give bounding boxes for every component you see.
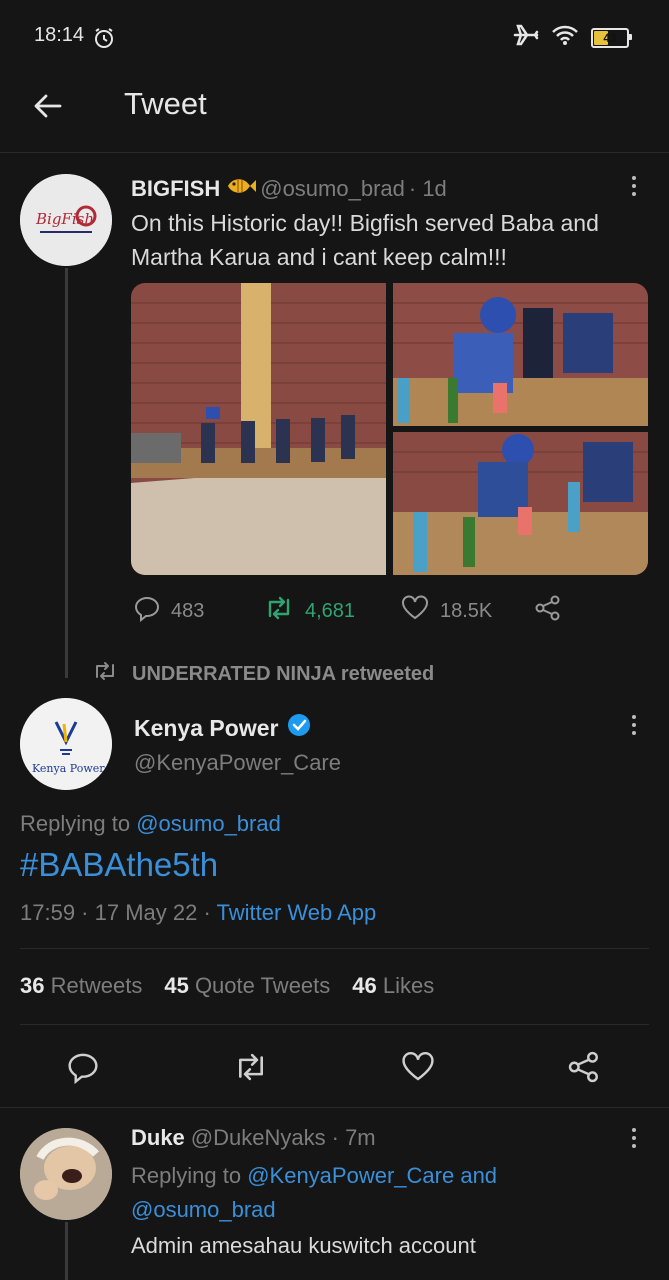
avatar[interactable]: Kenya Power <box>20 698 112 790</box>
battery-icon: 43 <box>591 27 632 48</box>
back-arrow-icon[interactable] <box>32 90 64 127</box>
user-handle[interactable]: @DukeNyaks <box>191 1125 326 1151</box>
tweet1-header: BIGFISH @osumo_brad · 1d <box>131 174 447 204</box>
retweets-stat[interactable]: 36 Retweets <box>20 973 142 999</box>
reply-icon <box>68 1053 98 1085</box>
timestamp-text: 17:59 · 17 May 22 · <box>20 900 211 925</box>
kenya-power-logo-text: Kenya Power <box>32 762 105 775</box>
avatar[interactable] <box>20 1128 112 1220</box>
tweet-time: · 7m <box>331 1125 376 1150</box>
replying-handle-link[interactable]: @osumo_brad <box>136 811 281 836</box>
replying-handle-link[interactable]: @osumo_brad <box>131 1197 276 1222</box>
tweet-time: · 1d <box>408 176 447 201</box>
user-handle[interactable]: @osumo_brad <box>260 176 405 202</box>
replying-prefix: Replying to <box>20 811 131 836</box>
replying-handle-link[interactable]: @KenyaPower_Care <box>247 1163 454 1188</box>
like-action[interactable]: 18.5K <box>400 594 492 628</box>
more-options-icon[interactable] <box>632 715 636 735</box>
airplane-icon <box>513 24 539 51</box>
replying-and: and <box>460 1163 498 1188</box>
quote-tweets-stat[interactable]: 45 Quote Tweets <box>164 973 330 999</box>
status-icons: 43 <box>513 24 632 51</box>
share-icon[interactable] <box>534 594 562 627</box>
tweet-timestamp: 17:59 · 17 May 22 · Twitter Web App <box>20 900 376 926</box>
tweet-text: On this Historic day!! Bigfish served Ba… <box>131 210 599 270</box>
tweet-image-2[interactable] <box>393 283 648 426</box>
thread-line <box>65 268 68 678</box>
heart-icon <box>402 1051 434 1081</box>
heart-icon <box>400 594 430 628</box>
likes-stat[interactable]: 46 Likes <box>352 973 434 999</box>
status-time: 18:14 <box>34 24 85 46</box>
user-name[interactable]: Kenya Power <box>134 715 278 742</box>
source-link[interactable]: Twitter Web App <box>217 900 377 925</box>
user-name[interactable]: BIGFISH <box>131 176 220 202</box>
alarm-icon <box>92 26 116 55</box>
retweet-icon <box>239 1053 263 1081</box>
header-divider <box>0 152 669 153</box>
reply-button[interactable] <box>66 1050 100 1089</box>
retweeted-by-text: UNDERRATED NINJA retweeted <box>132 662 435 685</box>
reply-action[interactable]: 483 <box>133 594 204 628</box>
avatar[interactable]: BigFish <box>20 174 112 266</box>
retweet-small-icon <box>92 660 118 688</box>
thread-line <box>65 1222 68 1280</box>
retweet-button[interactable] <box>232 1050 270 1089</box>
page-title: Tweet <box>124 86 207 121</box>
battery-level: 43 <box>603 30 617 45</box>
reply-icon <box>133 594 161 628</box>
reply-text: Admin amesahau kuswitch account <box>131 1233 476 1258</box>
replying-to: Replying to @osumo_brad <box>20 811 281 837</box>
reply-header: Duke @DukeNyaks · 7m <box>131 1125 376 1151</box>
tweet-stats: 36 Retweets 45 Quote Tweets 46 Likes <box>20 973 434 999</box>
more-options-icon[interactable] <box>632 176 636 196</box>
like-count: 18.5K <box>440 599 493 622</box>
verified-badge-icon <box>286 712 312 744</box>
wifi-icon <box>551 24 579 51</box>
retweet-icon <box>263 594 295 628</box>
share-button[interactable] <box>567 1050 601 1089</box>
tweet-image-1[interactable] <box>131 283 386 575</box>
share-icon <box>568 1051 598 1083</box>
user-name[interactable]: Duke <box>131 1125 185 1151</box>
like-button[interactable] <box>400 1050 436 1089</box>
user-handle[interactable]: @KenyaPower_Care <box>134 750 341 776</box>
fish-emoji-icon <box>224 174 257 204</box>
retweet-action[interactable]: 4,681 <box>263 594 355 628</box>
more-options-icon[interactable] <box>632 1128 636 1148</box>
hashtag-link[interactable]: #BABAthe5th <box>20 846 218 884</box>
stats-divider-bottom <box>20 1024 649 1025</box>
main-tweet-name-row: Kenya Power <box>134 712 312 744</box>
action-bar-divider <box>0 1107 669 1108</box>
retweet-count: 4,681 <box>305 599 356 622</box>
reply-count: 483 <box>171 599 205 622</box>
replying-prefix: Replying to <box>131 1163 242 1188</box>
tweet-image-3[interactable] <box>393 432 648 575</box>
reply-replying-to: Replying to @KenyaPower_Care and @osumo_… <box>131 1159 631 1227</box>
stats-divider-top <box>20 948 649 949</box>
retweet-banner[interactable]: UNDERRATED NINJA retweeted <box>92 660 434 688</box>
